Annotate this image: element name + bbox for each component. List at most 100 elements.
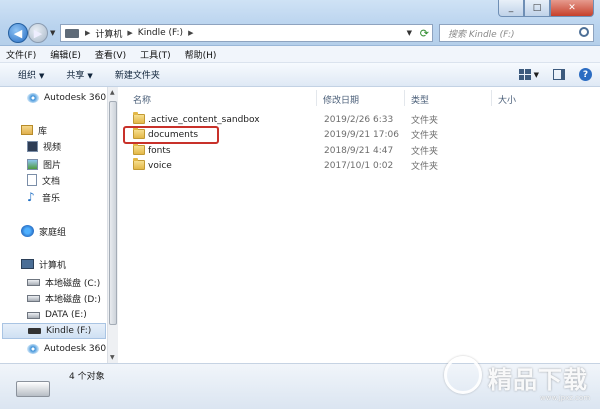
autodesk-icon [27, 344, 39, 354]
scrollbar-thumb[interactable] [109, 101, 117, 325]
library-icon [21, 125, 33, 135]
menu-tools[interactable]: 工具(T) [140, 48, 171, 61]
nav-item-local-disk-c[interactable]: 本地磁盘 (C:) [27, 274, 100, 290]
nav-item-label: Autodesk 360 [44, 344, 107, 354]
folder-icon [133, 112, 145, 124]
file-date: 2019/9/21 17:06 [324, 129, 399, 140]
nav-item-label: DATA (E:) [45, 310, 87, 320]
address-bar[interactable]: ▶ 计算机 ▶ Kindle (F:) ▶ ▼ ⟳ [60, 24, 433, 42]
forward-button[interactable]: ▶ [28, 23, 48, 43]
item-count: 4 个对象 [69, 372, 105, 382]
new-folder-button[interactable]: 新建文件夹 [115, 68, 160, 81]
scroll-up-icon[interactable]: ▲ [110, 89, 115, 96]
nav-item-label: Kindle (F:) [46, 326, 92, 336]
close-button[interactable]: ✕ [550, 0, 594, 17]
nav-item-autodesk-360-2[interactable]: Autodesk 360 [27, 341, 106, 357]
breadcrumb-computer[interactable]: 计算机 [95, 27, 122, 40]
computer-icon [65, 28, 79, 38]
file-type: 文件夹 [411, 131, 439, 141]
kindle-icon [28, 328, 41, 334]
column-header-date[interactable]: 修改日期 [323, 93, 359, 106]
drive-icon [27, 278, 40, 286]
document-icon [27, 174, 37, 186]
column-divider[interactable] [491, 90, 492, 106]
breadcrumb-arrow-icon[interactable]: ▶ [85, 29, 90, 37]
menu-file[interactable]: 文件(F) [6, 48, 36, 61]
window-controls: _ □ ✕ [498, 0, 594, 17]
nav-item-label: 本地磁盘 (C:) [45, 278, 101, 289]
preview-pane-icon[interactable] [553, 69, 565, 80]
nav-item-videos[interactable]: 视频 [27, 138, 61, 154]
scroll-down-icon[interactable]: ▼ [110, 354, 115, 361]
organize-button[interactable]: 组织 ▼ [18, 68, 44, 81]
chevron-down-icon: ▼ [39, 72, 45, 80]
column-header-type[interactable]: 类型 [411, 93, 429, 106]
title-bar: _ □ ✕ ◀ ▶ ▼ ▶ 计算机 ▶ Kindle (F:) ▶ ▼ ⟳ 搜索… [0, 0, 600, 46]
navigation-scrollbar[interactable]: ▲ ▼ [107, 87, 118, 363]
refresh-icon[interactable]: ⟳ [420, 27, 429, 40]
view-controls: ▼ ? [505, 68, 592, 81]
nav-item-label: 库 [38, 126, 48, 137]
file-row[interactable]: fonts 2018/9/21 4:47 文件夹 [131, 143, 571, 158]
menu-edit[interactable]: 编辑(E) [50, 48, 81, 61]
address-dropdown-icon[interactable]: ▼ [407, 29, 412, 37]
file-row[interactable]: voice 2017/10/1 0:02 文件夹 [131, 158, 571, 173]
nav-item-label: 文档 [42, 176, 61, 187]
drive-icon [16, 381, 50, 397]
nav-item-library[interactable]: 库 [21, 122, 47, 138]
maximize-button[interactable]: □ [524, 0, 550, 17]
menu-view[interactable]: 查看(V) [95, 48, 126, 61]
share-button[interactable]: 共享 ▼ [66, 68, 92, 81]
file-type: 文件夹 [411, 116, 439, 126]
column-divider[interactable] [316, 90, 317, 106]
breadcrumb-arrow-icon[interactable]: ▶ [127, 29, 132, 37]
picture-icon [27, 158, 38, 170]
highlight-box [123, 126, 219, 144]
minimize-button[interactable]: _ [498, 0, 524, 17]
recent-pages-chevron-icon[interactable]: ▼ [50, 29, 55, 37]
watermark-url: www.jpxz.com [540, 394, 591, 402]
file-type: 文件夹 [411, 147, 439, 157]
nav-item-label: 图片 [43, 160, 62, 171]
menu-bar: 文件(F) 编辑(E) 查看(V) 工具(T) 帮助(H) [0, 46, 600, 63]
nav-item-documents[interactable]: 文档 [27, 172, 60, 188]
share-label: 共享 [66, 71, 85, 81]
nav-item-homegroup[interactable]: 家庭组 [21, 223, 66, 239]
file-name: .active_content_sandbox [148, 114, 260, 125]
folder-icon [133, 143, 145, 155]
search-placeholder: 搜索 Kindle (F:) [448, 29, 515, 40]
command-bar: 组织 ▼ 共享 ▼ 新建文件夹 ▼ ? [0, 63, 600, 87]
column-header-size[interactable]: 大小 [498, 93, 516, 106]
nav-item-pictures[interactable]: 图片 [27, 156, 61, 172]
nav-item-local-disk-d[interactable]: 本地磁盘 (D:) [27, 290, 101, 306]
drive-icon [27, 311, 40, 319]
column-header-name[interactable]: 名称 [133, 93, 151, 106]
search-icon[interactable] [579, 27, 589, 37]
column-divider[interactable] [404, 90, 405, 106]
autodesk-icon [27, 93, 39, 103]
search-input[interactable]: 搜索 Kindle (F:) [439, 24, 594, 42]
nav-item-computer[interactable]: 计算机 [21, 256, 66, 272]
watermark-logo-icon [444, 356, 482, 394]
homegroup-icon [21, 225, 34, 237]
nav-item-kindle-f[interactable]: Kindle (F:) [2, 323, 106, 339]
back-button[interactable]: ◀ [8, 23, 28, 43]
file-date: 2019/2/26 6:33 [324, 114, 394, 125]
nav-item-autodesk-360[interactable]: Autodesk 360 [27, 90, 106, 106]
nav-item-data-e[interactable]: DATA (E:) [27, 307, 87, 323]
nav-item-label: 计算机 [39, 260, 67, 271]
change-view-icon[interactable] [518, 69, 531, 80]
breadcrumb-arrow-icon[interactable]: ▶ [188, 29, 193, 37]
breadcrumb-kindle[interactable]: Kindle (F:) [138, 28, 183, 38]
nav-item-music[interactable]: ♪ 音乐 [27, 189, 60, 205]
video-icon [27, 140, 38, 152]
nav-item-label: 音乐 [42, 193, 61, 204]
nav-item-label: 家庭组 [39, 227, 67, 238]
organize-label: 组织 [18, 71, 37, 81]
file-name: voice [148, 160, 172, 171]
file-type: 文件夹 [411, 162, 439, 172]
file-row[interactable]: .active_content_sandbox 2019/2/26 6:33 文… [131, 112, 571, 127]
help-icon[interactable]: ? [579, 68, 592, 81]
view-dropdown-icon[interactable]: ▼ [534, 71, 539, 79]
menu-help[interactable]: 帮助(H) [185, 48, 217, 61]
